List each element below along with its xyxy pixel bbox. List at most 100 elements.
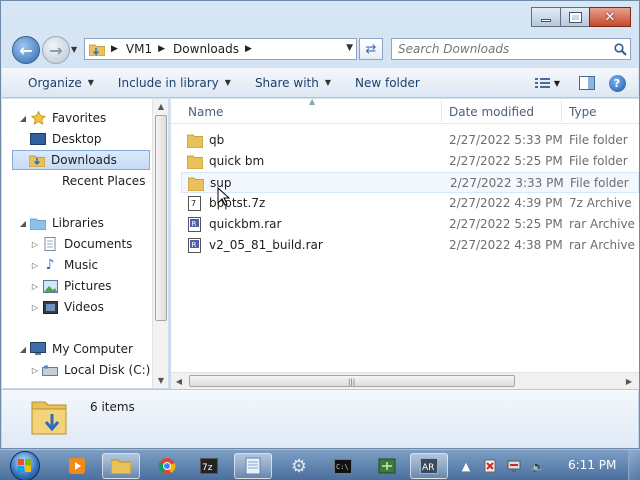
include-in-library-button[interactable]: Include in library ▼ — [108, 71, 241, 95]
search-icon[interactable] — [610, 42, 630, 56]
chevron-down-icon: ▼ — [87, 78, 94, 87]
scroll-right-icon[interactable]: ▶ — [621, 374, 637, 388]
scroll-left-icon[interactable]: ◀ — [171, 374, 187, 388]
file-row[interactable]: qb 2/27/2022 5:33 PM File folder — [181, 130, 639, 151]
show-hidden-icons-icon[interactable]: ▲ — [458, 458, 474, 474]
maximize-icon — [568, 11, 582, 23]
refresh-button[interactable]: ⇄ — [359, 38, 383, 60]
clock[interactable]: 6:11 PM — [568, 458, 616, 472]
column-divider[interactable] — [561, 101, 562, 122]
breadcrumb-separator-icon[interactable]: ▶ — [111, 44, 118, 54]
folder-icon — [187, 134, 203, 148]
scroll-down-icon[interactable]: ▼ — [153, 373, 168, 387]
videos-icon — [42, 300, 58, 314]
cmd-icon: C:\ — [334, 458, 352, 474]
breadcrumb-separator-icon[interactable]: ▶ — [158, 44, 165, 54]
new-folder-button[interactable]: New folder — [345, 71, 430, 95]
scroll-thumb[interactable]: ||| — [189, 375, 515, 387]
file-row[interactable]: sup 2/27/2022 3:33 PM File folder — [181, 172, 639, 193]
action-center-icon[interactable] — [482, 458, 498, 474]
expand-icon[interactable]: ▷ — [30, 261, 40, 270]
taskbar-ar-app[interactable]: AR — [410, 453, 448, 479]
file-type: rar Archive — [569, 217, 635, 231]
scroll-up-icon[interactable]: ▲ — [153, 99, 168, 113]
scroll-thumb[interactable] — [155, 115, 167, 321]
taskbar-cmd[interactable]: C:\ — [324, 453, 362, 479]
change-view-button[interactable] — [530, 71, 556, 95]
collapse-icon[interactable]: ◢ — [18, 219, 28, 228]
collapse-icon[interactable]: ◢ — [18, 345, 28, 354]
forward-button[interactable]: → — [42, 36, 70, 64]
nav-recent-places[interactable]: Recent Places — [40, 171, 145, 191]
close-button[interactable]: ✕ — [589, 7, 631, 27]
gear-app-icon: ⚙ — [290, 455, 308, 477]
file-row[interactable]: R quickbm.rar 2/27/2022 5:25 PM rar Arch… — [181, 214, 639, 235]
taskbar-notepad[interactable] — [234, 453, 272, 479]
taskbar-media-player[interactable] — [58, 453, 96, 479]
column-header-name[interactable]: Name — [188, 105, 223, 119]
taskbar-7zip[interactable]: 7z — [190, 453, 228, 479]
new-folder-label: New folder — [355, 75, 420, 90]
preview-pane-button[interactable] — [574, 71, 600, 95]
taskbar-chrome[interactable] — [148, 453, 186, 479]
start-button[interactable] — [6, 450, 44, 480]
show-desktop-button[interactable] — [628, 450, 640, 480]
back-button[interactable]: ← — [12, 36, 40, 64]
minimize-button[interactable] — [531, 7, 561, 27]
nav-downloads-label: Downloads — [51, 153, 117, 167]
taskbar-explorer[interactable] — [102, 453, 140, 479]
expand-icon[interactable]: ▷ — [30, 366, 40, 375]
expand-icon[interactable]: ▷ — [30, 303, 40, 312]
file-row[interactable]: 7 bpptst.7z 2/27/2022 4:39 PM 7z Archive — [181, 193, 639, 214]
file-list: ▲ Name Date modified Type qb 2/27/2022 5… — [171, 99, 639, 388]
column-header-type[interactable]: Type — [569, 105, 597, 119]
file-row[interactable]: quick bm 2/27/2022 5:25 PM File folder — [181, 151, 639, 172]
recent-pages-button[interactable]: ▼ — [71, 45, 77, 54]
navigation-scrollbar[interactable]: ▲ ▼ — [152, 99, 168, 388]
nav-my-computer[interactable]: ◢ My Computer — [18, 339, 133, 359]
view-dropdown-icon[interactable]: ▼ — [554, 79, 560, 88]
nav-pictures[interactable]: ▷ Pictures — [30, 276, 112, 296]
column-divider[interactable] — [441, 101, 442, 122]
nav-videos[interactable]: ▷ Videos — [30, 297, 104, 317]
music-icon: ♪ — [45, 257, 55, 273]
nav-desktop[interactable]: Desktop — [30, 129, 102, 149]
file-type: File folder — [569, 154, 628, 168]
breadcrumb-separator-icon[interactable]: ▶ — [245, 44, 252, 54]
collapse-icon[interactable]: ◢ — [18, 114, 28, 123]
column-header-date-modified[interactable]: Date modified — [449, 105, 534, 119]
file-name: quickbm.rar — [209, 217, 282, 231]
nav-libraries[interactable]: ◢ Libraries — [18, 213, 104, 233]
svg-text:C:\: C:\ — [336, 463, 349, 471]
address-bar[interactable]: ▶ VM1 ▶ Downloads ▶ ▼ — [84, 38, 357, 60]
nav-downloads[interactable]: Downloads — [12, 150, 150, 170]
maximize-button[interactable] — [560, 7, 590, 27]
navigation-pane: ◢ Favorites Desktop Downloads Recent Pla… — [2, 99, 169, 388]
forward-arrow-icon: → — [49, 40, 63, 60]
expand-icon[interactable]: ▷ — [30, 240, 40, 249]
expand-icon[interactable]: ▷ — [30, 282, 40, 291]
breadcrumb-downloads[interactable]: Downloads — [173, 42, 239, 56]
help-button[interactable]: ? — [604, 71, 630, 95]
search-input[interactable] — [392, 40, 610, 58]
network-icon[interactable] — [506, 458, 522, 474]
horizontal-scrollbar[interactable]: ◀ ||| ▶ — [171, 372, 639, 389]
nav-local-disk[interactable]: ▷ Local Disk (C:) — [30, 360, 150, 380]
address-dropdown-icon[interactable]: ▼ — [346, 43, 353, 53]
volume-icon[interactable]: 🔈 — [530, 458, 546, 474]
taskbar-gear-app[interactable]: ⚙ — [280, 453, 318, 479]
nav-favorites[interactable]: ◢ Favorites — [18, 108, 106, 128]
taskbar-network-app[interactable] — [368, 453, 406, 479]
recent-places-icon — [40, 174, 56, 188]
share-with-button[interactable]: Share with ▼ — [245, 71, 341, 95]
nav-music[interactable]: ▷ ♪ Music — [30, 255, 98, 275]
breadcrumb-vm1[interactable]: VM1 — [126, 42, 152, 56]
nav-libraries-label: Libraries — [52, 216, 104, 230]
file-row[interactable]: R v2_05_81_build.rar 2/27/2022 4:38 PM r… — [181, 235, 639, 256]
file-date: 2/27/2022 4:39 PM — [449, 196, 563, 210]
nav-documents[interactable]: ▷ Documents — [30, 234, 132, 254]
command-bar: Organize ▼ Include in library ▼ Share with… — [2, 68, 638, 98]
notepad-icon — [245, 457, 261, 475]
chrome-icon — [158, 458, 176, 474]
organize-button[interactable]: Organize ▼ — [18, 71, 104, 95]
